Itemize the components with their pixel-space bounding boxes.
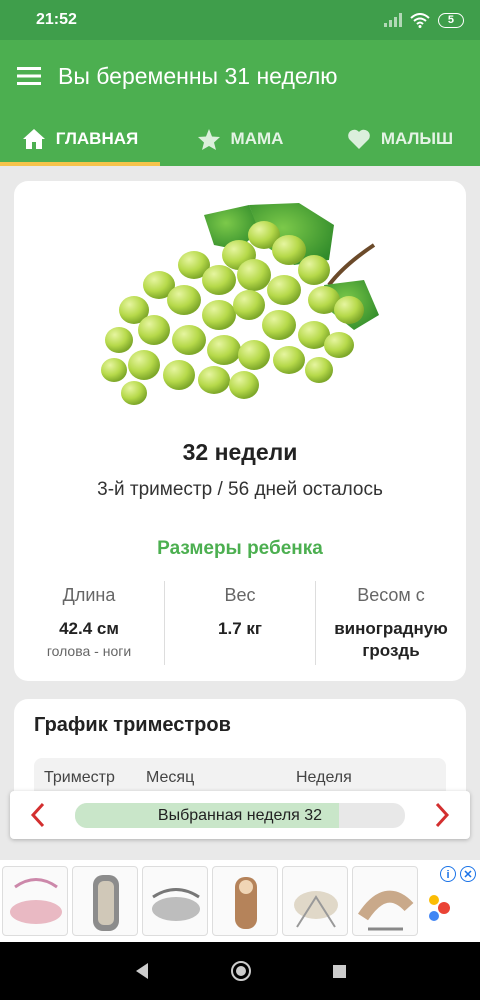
status-bar: 21:52 5: [0, 0, 480, 40]
home-icon: [22, 129, 45, 149]
ad-product-image[interactable]: [352, 866, 418, 936]
signal-icon: [383, 13, 402, 27]
ad-product-image[interactable]: [142, 866, 208, 936]
tab-main-label: ГЛАВНАЯ: [55, 129, 139, 148]
system-nav-bar: [0, 942, 480, 1000]
baby-sizes-title: Размеры ребенка: [157, 538, 323, 559]
selected-week-label: Выбранная неделя 32: [157, 807, 323, 824]
tab-main[interactable]: ГЛАВНАЯ: [0, 112, 160, 166]
week-info-card: 32 недели 3-й триместр / 56 дней осталос…: [14, 181, 466, 681]
chevron-right-icon: [435, 802, 450, 828]
stat-length: Длина 42.4 см голова - ноги: [14, 581, 164, 665]
stat-label: Вес: [224, 585, 256, 605]
info-icon[interactable]: i: [440, 866, 456, 882]
tab-bar: ГЛАВНАЯ МАМА МАЛЫШ: [0, 112, 480, 166]
status-time: 21:52: [36, 11, 77, 28]
hamburger-icon: [17, 67, 41, 85]
ad-product-image[interactable]: [72, 866, 138, 936]
chevron-left-icon: [30, 802, 45, 828]
page-title: Вы беременны 31 неделю: [58, 62, 338, 89]
grapes-image: [101, 203, 379, 405]
status-icons: 5: [383, 12, 464, 28]
ad-product-image[interactable]: [282, 866, 348, 936]
tab-baby-label: МАЛЫШ: [380, 129, 454, 148]
ad-product-image[interactable]: [212, 866, 278, 936]
menu-button[interactable]: [0, 40, 58, 112]
week-selector: Выбранная неделя 32: [10, 791, 470, 839]
stat-comparison: Весом с виноградную гроздь: [315, 581, 466, 665]
recents-icon[interactable]: [332, 964, 347, 979]
stat-note: голова - ноги: [46, 643, 132, 659]
battery-icon: 5: [437, 12, 464, 28]
home-button-icon[interactable]: [230, 960, 252, 982]
column-week: Неделя: [296, 769, 352, 786]
tab-mama-label: МАМА: [230, 129, 284, 148]
week-title: 32 недели: [182, 439, 298, 465]
next-week-button[interactable]: [428, 801, 456, 829]
close-icon[interactable]: ✕: [460, 866, 476, 882]
baby-stats: Длина 42.4 см голова - ноги Вес 1.7 кг В…: [14, 581, 466, 665]
trimester-subtitle: 3-й триместр / 56 дней осталось: [97, 479, 383, 500]
stat-label: Длина: [62, 585, 116, 605]
previous-week-button[interactable]: [24, 801, 52, 829]
ad-product-image[interactable]: [2, 866, 68, 936]
stat-label: Весом с: [357, 585, 425, 605]
app-bar: Вы беременны 31 неделю: [0, 40, 480, 112]
trimester-schedule-title: График триместров: [34, 714, 231, 736]
stat-weight: Вес 1.7 кг: [164, 581, 315, 665]
heart-icon: [348, 129, 370, 149]
column-month: Месяц: [146, 769, 195, 786]
back-icon[interactable]: [134, 962, 150, 980]
stat-value: виноградную гроздь: [334, 619, 448, 660]
ad-banner[interactable]: i ✕: [0, 860, 480, 942]
star-icon: [197, 128, 220, 150]
column-trimester: Триместр: [44, 769, 115, 786]
ad-choices[interactable]: i ✕: [440, 866, 476, 882]
wifi-icon: [410, 12, 430, 28]
week-progress-bar[interactable]: Выбранная неделя 32: [75, 803, 405, 828]
tab-baby[interactable]: МАЛЫШ: [320, 112, 480, 166]
stat-value: 1.7 кг: [218, 619, 262, 638]
tab-mama[interactable]: МАМА: [160, 112, 320, 166]
stat-value: 42.4 см: [59, 619, 119, 638]
